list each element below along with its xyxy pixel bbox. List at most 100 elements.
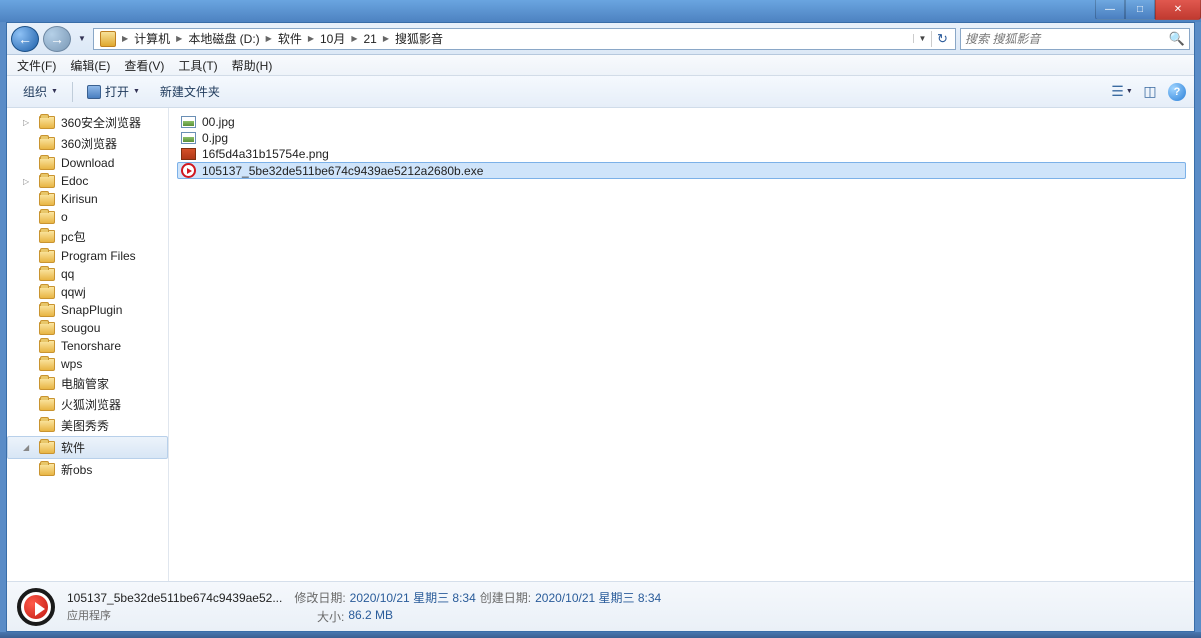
maximize-button[interactable]: □ xyxy=(1125,0,1155,20)
sidebar-item[interactable]: o xyxy=(7,208,168,226)
breadcrumb-segment[interactable]: 10月 xyxy=(316,30,349,47)
folder-tree[interactable]: ▷360安全浏览器360浏览器 Download ▷ Edoc Kirisun o pc包 P… xyxy=(7,108,169,581)
selected-file-icon xyxy=(17,588,55,626)
size-value: 86.2 MB xyxy=(348,608,393,625)
search-icon[interactable]: 🔍 xyxy=(1169,31,1185,47)
window-controls: — □ ✕ xyxy=(1095,0,1201,20)
expand-icon[interactable]: ▷ xyxy=(23,177,33,186)
sidebar-item[interactable]: 新obs xyxy=(7,459,168,480)
sidebar-item[interactable]: 电脑管家 xyxy=(7,373,168,394)
nav-history-dropdown[interactable]: ▼ xyxy=(75,26,89,52)
preview-pane-button[interactable]: ◫ xyxy=(1140,82,1160,102)
menu-file[interactable]: 文件(F) xyxy=(11,55,62,76)
window-titlebar: — □ ✕ xyxy=(0,0,1201,22)
sidebar-item[interactable]: wps xyxy=(7,355,168,373)
minimize-button[interactable]: — xyxy=(1095,0,1125,20)
sidebar-item[interactable]: sougou xyxy=(7,319,168,337)
menu-view[interactable]: 查看(V) xyxy=(118,55,170,76)
sidebar-item-label: Program Files xyxy=(61,249,136,263)
organize-button[interactable]: 组织▼ xyxy=(15,79,66,104)
file-item[interactable]: 0.jpg xyxy=(177,130,1186,146)
breadcrumb-sep: ▶ xyxy=(174,34,184,43)
sidebar-item[interactable]: 360浏览器 xyxy=(7,133,168,154)
menu-help[interactable]: 帮助(H) xyxy=(226,55,279,76)
sidebar-item-label: Tenorshare xyxy=(61,339,121,353)
sidebar-item[interactable]: Program Files xyxy=(7,247,168,265)
created-value: 2020/10/21 星期三 8:34 xyxy=(535,589,661,606)
created-label: 创建日期: xyxy=(480,589,531,606)
sidebar-item[interactable]: SnapPlugin xyxy=(7,301,168,319)
folder-icon xyxy=(39,340,55,353)
sidebar-item[interactable]: pc包 xyxy=(7,226,168,247)
folder-icon xyxy=(39,463,55,476)
breadcrumb-dropdown[interactable]: ▼ xyxy=(913,34,931,43)
sidebar-item[interactable]: Kirisun xyxy=(7,190,168,208)
sidebar-item-label: 电脑管家 xyxy=(61,375,109,392)
sidebar-item[interactable]: 火狐浏览器 xyxy=(7,394,168,415)
expand-icon[interactable]: ▷ xyxy=(23,118,33,127)
folder-icon xyxy=(39,377,55,390)
folder-icon xyxy=(39,230,55,243)
navigation-bar: ← → ▼ ▶ 计算机 ▶ 本地磁盘 (D:) ▶ 软件 ▶ 10月 ▶ 21 … xyxy=(7,23,1194,55)
sidebar-item[interactable]: 美图秀秀 xyxy=(7,415,168,436)
breadcrumb-segment[interactable]: 软件 xyxy=(274,30,306,47)
folder-icon xyxy=(39,250,55,263)
breadcrumb-segment[interactable]: 本地磁盘 (D:) xyxy=(184,30,263,47)
breadcrumb-sep: ▶ xyxy=(306,34,316,43)
folder-icon xyxy=(39,304,55,317)
sidebar-item[interactable]: ▷360安全浏览器 xyxy=(7,112,168,133)
sidebar-item-label: Edoc xyxy=(61,174,88,188)
new-folder-button[interactable]: 新建文件夹 xyxy=(152,79,228,104)
search-box[interactable]: 🔍 xyxy=(960,28,1190,50)
breadcrumb-sep: ▶ xyxy=(120,34,130,43)
sidebar-item[interactable]: Download xyxy=(7,154,168,172)
open-icon xyxy=(87,85,101,99)
sidebar-item-label: SnapPlugin xyxy=(61,303,122,317)
breadcrumb-segment[interactable]: 搜狐影音 xyxy=(391,30,447,47)
help-icon[interactable]: ? xyxy=(1168,83,1186,101)
folder-icon xyxy=(39,193,55,206)
folder-icon xyxy=(39,157,55,170)
folder-icon xyxy=(39,137,55,150)
sidebar-item-label: Download xyxy=(61,156,114,170)
close-button[interactable]: ✕ xyxy=(1155,0,1201,20)
menu-edit[interactable]: 编辑(E) xyxy=(64,55,116,76)
forward-button[interactable]: → xyxy=(43,26,71,52)
selected-file-type: 应用程序 xyxy=(67,607,282,623)
size-label: 大小: xyxy=(294,608,344,625)
view-options-button[interactable]: ☰▼ xyxy=(1112,82,1132,102)
refresh-button[interactable]: ↻ xyxy=(931,31,953,47)
folder-icon xyxy=(39,175,55,188)
file-list[interactable]: 00.jpg0.jpg16f5d4a31b15754e.png105137_5b… xyxy=(169,108,1194,581)
sidebar-item-label: pc包 xyxy=(61,228,86,245)
sidebar-item[interactable]: qqwj xyxy=(7,283,168,301)
sidebar-item-label: wps xyxy=(61,357,82,371)
separator xyxy=(72,82,73,102)
sidebar-item-label: qqwj xyxy=(61,285,86,299)
search-input[interactable] xyxy=(965,32,1169,46)
taskbar[interactable] xyxy=(0,632,1201,638)
breadcrumb-segment[interactable]: 21 xyxy=(360,32,381,46)
file-item[interactable]: 16f5d4a31b15754e.png xyxy=(177,146,1186,162)
sidebar-item[interactable]: qq xyxy=(7,265,168,283)
explorer-window: ← → ▼ ▶ 计算机 ▶ 本地磁盘 (D:) ▶ 软件 ▶ 10月 ▶ 21 … xyxy=(6,22,1195,632)
open-button[interactable]: 打开▼ xyxy=(79,79,148,104)
breadcrumb-segment[interactable]: 计算机 xyxy=(130,30,174,47)
file-name: 16f5d4a31b15754e.png xyxy=(202,147,329,161)
sidebar-item[interactable]: ◢软件 xyxy=(7,436,168,459)
sidebar-item[interactable]: Tenorshare xyxy=(7,337,168,355)
expand-icon[interactable]: ◢ xyxy=(23,443,33,452)
menu-tools[interactable]: 工具(T) xyxy=(172,55,223,76)
modified-label: 修改日期: xyxy=(294,589,345,606)
folder-icon xyxy=(39,441,55,454)
toolbar: 组织▼ 打开▼ 新建文件夹 ☰▼ ◫ ? xyxy=(7,76,1194,108)
file-item[interactable]: 105137_5be32de511be674c9439ae5212a2680b.… xyxy=(177,162,1186,179)
back-button[interactable]: ← xyxy=(11,26,39,52)
file-icon xyxy=(181,148,196,160)
sidebar-item-label: 美图秀秀 xyxy=(61,417,109,434)
folder-icon xyxy=(39,358,55,371)
breadcrumb[interactable]: ▶ 计算机 ▶ 本地磁盘 (D:) ▶ 软件 ▶ 10月 ▶ 21 ▶ 搜狐影音… xyxy=(93,28,956,50)
sidebar-item[interactable]: ▷ Edoc xyxy=(7,172,168,190)
file-item[interactable]: 00.jpg xyxy=(177,114,1186,130)
sidebar-item-label: Kirisun xyxy=(61,192,98,206)
